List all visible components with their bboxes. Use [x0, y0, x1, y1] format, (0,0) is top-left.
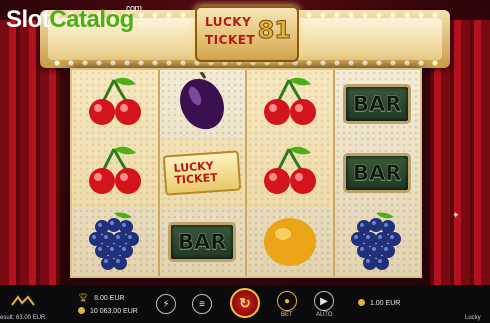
spin-icon: ↻	[239, 294, 251, 311]
bar-symbol: BAR	[160, 208, 246, 276]
watermark-suffix: .com	[124, 3, 142, 13]
bar-symbol: BAR	[335, 139, 421, 207]
logo-line1: LUCKY	[205, 15, 252, 29]
ticket-symbol: LUCKY TICKET	[159, 139, 245, 207]
reels-frame: LUCKY TICKET BAR BAR BAR	[70, 68, 422, 278]
result-text: esult: 63.00 EUR	[0, 315, 46, 321]
bar-symbol: BAR	[335, 70, 421, 138]
ticket-text: TICKET	[174, 170, 219, 187]
logo-line2: TICKET	[205, 33, 256, 47]
cherry-icon	[84, 143, 146, 204]
win-value: 8.00 EUR	[94, 295, 125, 302]
bar-label: BAR	[168, 222, 237, 262]
coin-icon	[358, 299, 365, 306]
reels: LUCKY TICKET BAR BAR BAR	[72, 70, 420, 276]
coins-icon	[78, 307, 85, 314]
reel-4: BAR BAR	[334, 70, 421, 276]
reel-1	[72, 70, 160, 276]
autoplay-button[interactable]: ▶	[314, 291, 334, 311]
lemon-icon	[259, 212, 321, 273]
bar-label: BAR	[343, 153, 412, 193]
bet-button[interactable]: ●	[277, 291, 297, 311]
menu-icon: ≡	[199, 298, 205, 310]
watermark-slot: Slot	[6, 6, 50, 33]
cherry-symbol	[247, 139, 333, 207]
bar-label: BAR	[343, 84, 412, 124]
reel-3	[247, 70, 335, 276]
lemon-symbol	[247, 208, 333, 276]
balance-value: 10 063.00 EUR	[89, 308, 138, 315]
auto-label: AUTO	[316, 312, 333, 318]
ticket-icon: LUCKY TICKET	[162, 150, 242, 196]
bet-value: 1.00 EUR	[369, 300, 401, 307]
grapes-icon	[84, 209, 146, 276]
game-logo: LUCKY TICKET 81	[195, 6, 299, 62]
grapes-icon	[346, 209, 408, 276]
autoplay-icon: ▶	[320, 295, 328, 307]
lightning-icon: ⚡︎	[162, 298, 170, 310]
plum-icon	[175, 70, 229, 137]
spin-button[interactable]: ↻	[230, 288, 260, 318]
reel-2: LUCKY TICKET BAR	[159, 70, 247, 276]
game-name-text: Lucky	[465, 315, 481, 321]
cherry-symbol	[72, 139, 158, 207]
provider-logo-icon	[11, 295, 35, 306]
cherry-icon	[259, 143, 321, 204]
cherry-symbol	[247, 70, 333, 138]
trophy-icon: 🏆︎	[78, 293, 89, 302]
bet-coins-icon: ●	[283, 295, 291, 307]
watermark-logo: SlotCatalog .com	[6, 4, 142, 33]
cherry-symbol	[72, 70, 158, 138]
game-stage: LUCKY TICKET 81 SlotCatalog .com ✦ LUCKY…	[0, 0, 490, 323]
turbo-button[interactable]: ⚡︎	[156, 294, 176, 314]
grapes-symbol	[72, 208, 158, 276]
menu-button[interactable]: ≡	[192, 294, 212, 314]
bet-label: BET	[281, 312, 293, 318]
watermark-catalog: Catalog	[49, 6, 134, 33]
cherry-icon	[259, 74, 321, 135]
plum-symbol	[160, 70, 246, 138]
logo-number: 81	[257, 16, 291, 45]
sparkle-icon: ✦	[452, 210, 460, 220]
grapes-symbol	[335, 208, 421, 276]
cherry-icon	[84, 74, 146, 135]
